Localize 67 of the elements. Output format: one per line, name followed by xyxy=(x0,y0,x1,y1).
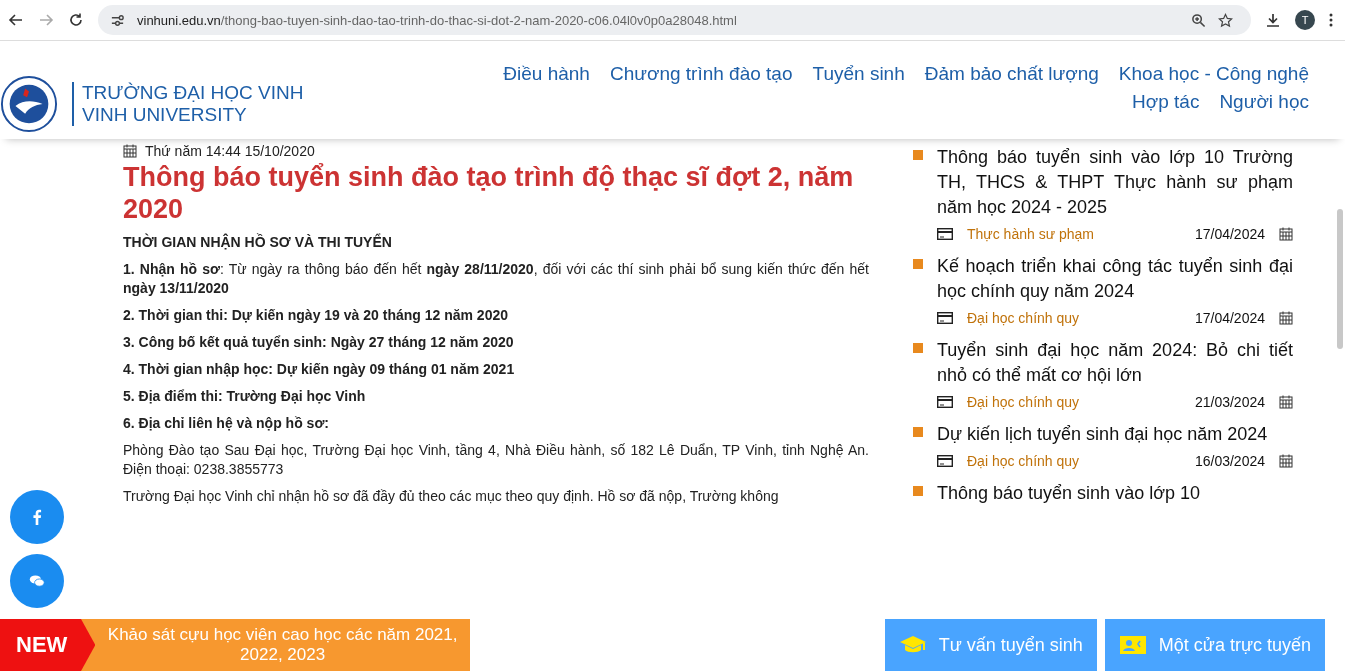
calendar-icon xyxy=(1279,454,1293,468)
nav-link[interactable]: Đảm bảo chất lượng xyxy=(924,63,1099,85)
paragraph: 5. Địa điểm thi: Trường Đại học Vinh xyxy=(123,387,367,406)
star-icon[interactable] xyxy=(1218,12,1233,28)
nav-link[interactable]: Khoa học - Công nghệ xyxy=(1118,63,1309,85)
section-heading: 2. Thời gian thi: Dự kiến ngày 19 và 20 tháng 12 năm 2020 xyxy=(123,306,509,325)
university-logo-icon[interactable] xyxy=(0,75,58,133)
news-link[interactable]: Tuyển sinh đại học năm 2024: Bỏ chi tiết nhỏ có thể mất cơ hội lớn xyxy=(937,338,1293,388)
calendar-icon xyxy=(1279,395,1293,409)
download-icon[interactable] xyxy=(1265,12,1281,28)
back-icon[interactable] xyxy=(8,12,24,28)
nav-link[interactable]: Hợp tác xyxy=(1132,91,1200,113)
facebook-button[interactable] xyxy=(10,490,64,544)
zoom-icon[interactable] xyxy=(1191,12,1206,28)
news-date: 16/03/2024 xyxy=(1194,453,1265,469)
url-text: vinhuni.edu.vn/thong-bao-tuyen-sinh-dao-tao-trinh-do-thac-si-dot-2-nam-2020-c06.04l0v0p0a28048.html xyxy=(137,12,737,28)
category-link[interactable]: Thực hành sư phạm xyxy=(967,226,1094,242)
category-link[interactable]: Đại học chính quy xyxy=(967,394,1080,410)
university-name: TRƯỜNG ĐẠI HỌC VINH xyxy=(82,82,304,104)
news-link[interactable]: Kế hoạch triển khai công tác tuyển sinh đại học chính quy năm 2024 xyxy=(937,254,1293,304)
notice-text: Khảo sát cựu học viên cao học các năm 2021, 2022, 2023 xyxy=(106,624,459,666)
section-heading: 4. Thời gian nhập học: Dự kiến ngày 09 tháng 01 năm 2021 xyxy=(123,360,516,379)
bullet-icon xyxy=(913,259,923,269)
new-badge: NEW xyxy=(0,619,96,671)
section-heading: 6. Địa chỉ liên hệ và nộp hồ sơ: xyxy=(123,414,330,433)
section-heading: 3. Công bố kết quả tuyển sinh: Ngày 27 tháng 12 năm 2020 xyxy=(123,333,515,352)
site-settings-icon[interactable] xyxy=(110,12,125,28)
news-link[interactable]: Thông báo tuyển sinh vào lớp 10 xyxy=(937,481,1200,506)
paragraph: 1. Nhận hồ sơ: Từ ngày ra thông báo đến hết ngày 28/11/2020, đối với các thí sinh phải bổ sung kiến thức đến hết ngày 13/11/2020 xyxy=(123,260,869,298)
news-link[interactable]: Dự kiến lịch tuyển sinh đại học năm 2024 xyxy=(937,422,1268,447)
scrollbar[interactable] xyxy=(1337,209,1343,349)
university-name-english: VINH UNIVERSITY xyxy=(82,104,248,126)
nav-link[interactable]: Tuyển sinh xyxy=(812,63,905,85)
card-icon xyxy=(937,228,953,240)
menu-icon[interactable] xyxy=(1329,12,1333,28)
reload-icon[interactable] xyxy=(68,12,84,28)
profile-avatar[interactable]: T xyxy=(1295,10,1315,30)
card-icon xyxy=(937,396,953,408)
paragraph: Phòng Đào tạo Sau Đại học, Trường Đại học Vinh, tầng 4, Nhà Điều hành, số 182 Lê Duẩn, TP Vinh, tỉnh Nghệ An. Điện thoại: 0238.3855773 xyxy=(123,441,869,479)
address-bar[interactable]: vinhuni.edu.vn/thong-bao-tuyen-sinh-dao-tao-trinh-do-thac-si-dot-2-nam-2020-c06.04l0v0p0a28048.html xyxy=(98,5,1251,35)
nav-link[interactable]: Điều hành xyxy=(503,63,590,85)
news-date: 17/04/2024 xyxy=(1194,310,1265,326)
post-date: Thứ năm 14:44 15/10/2020 xyxy=(145,143,315,159)
chat-icon xyxy=(29,573,45,589)
calendar-icon xyxy=(1279,227,1293,241)
nav-link[interactable]: Người học xyxy=(1219,91,1309,113)
news-date: 21/03/2024 xyxy=(1194,394,1265,410)
bullet-icon xyxy=(913,150,923,160)
news-link[interactable]: Thông báo tuyển sinh vào lớp 10 Trường TH, THCS & THPT Thực hành sư phạm năm học 2024 - 2025 xyxy=(937,145,1293,220)
nav-link[interactable]: Chương trình đào tạo xyxy=(609,63,793,85)
paragraph: Trường Đại học Vinh chỉ nhận hồ sơ đã đầy đủ theo các mục theo quy định. Hồ sơ đã nộp, Trường không xyxy=(123,487,780,506)
calendar-icon xyxy=(123,144,137,158)
article-title: Thông báo tuyển sinh đào tạo trình độ thạc sĩ đợt 2, năm 2020 xyxy=(123,161,855,225)
contact-card-icon xyxy=(1118,635,1147,655)
chat-button[interactable] xyxy=(10,554,64,608)
graduation-cap-icon xyxy=(898,635,927,655)
card-icon xyxy=(937,455,953,467)
bullet-icon xyxy=(913,486,923,496)
bullet-icon xyxy=(913,343,923,353)
category-link[interactable]: Đại học chính quy xyxy=(967,310,1080,326)
notice-banner[interactable]: NEW Khảo sát cựu học viên cao học các năm 2021, 2022, 2023 xyxy=(0,619,470,671)
news-date: 17/04/2024 xyxy=(1194,226,1265,242)
calendar-icon xyxy=(1279,311,1293,325)
bullet-icon xyxy=(913,427,923,437)
card-icon xyxy=(937,312,953,324)
category-link[interactable]: Đại học chính quy xyxy=(967,453,1080,469)
section-heading: THỜI GIAN NHẬN HỒ SƠ VÀ THI TUYỂN xyxy=(123,233,393,252)
